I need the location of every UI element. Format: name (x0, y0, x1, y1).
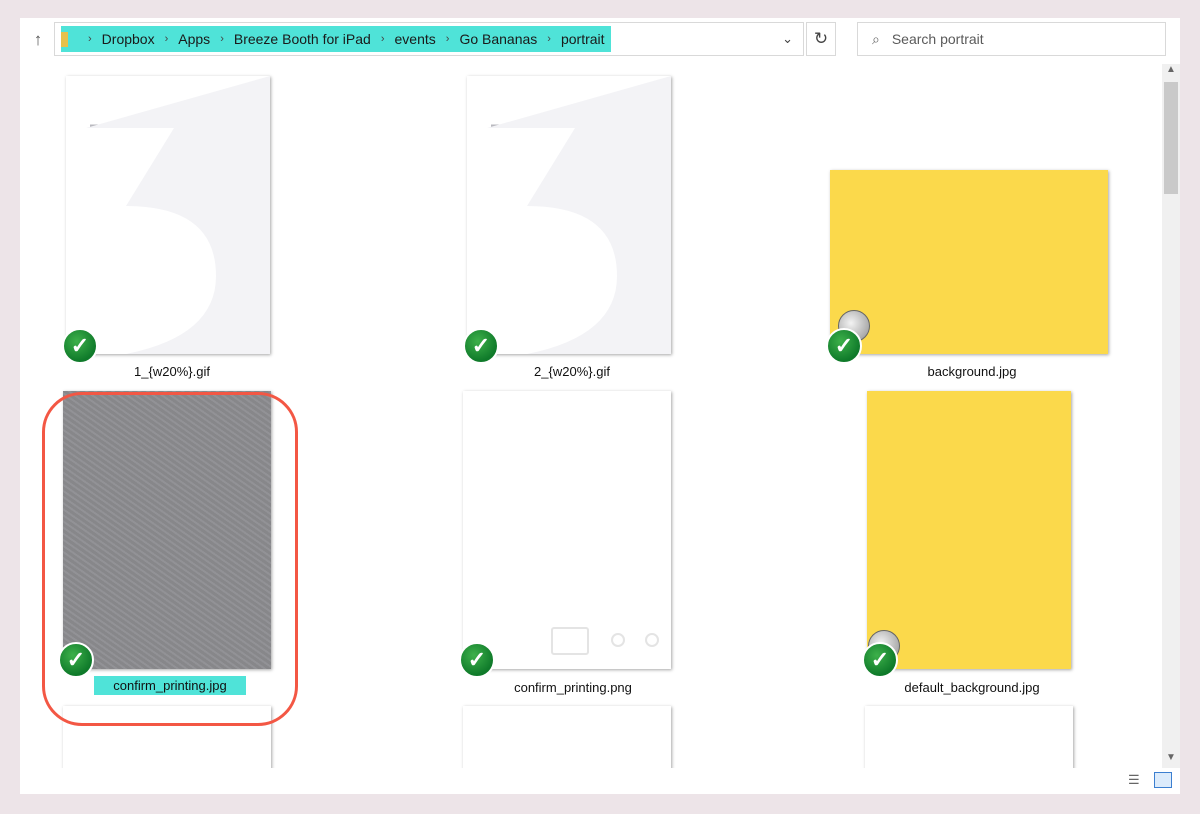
circle-arrow-icon (611, 633, 625, 647)
file-explorer-window: ↑ › Dropbox › Apps › Breeze Booth for iP… (20, 18, 1180, 794)
folder-icon (61, 31, 68, 47)
sync-check-icon: ✓ (459, 642, 495, 678)
file-thumbnail[interactable] (66, 76, 270, 354)
breadcrumb-item-events[interactable]: events (395, 31, 436, 47)
breadcrumb: › Dropbox › Apps › Breeze Booth for iPad… (61, 26, 611, 52)
breadcrumb-separator-icon[interactable]: › (547, 33, 551, 45)
breadcrumb-separator-icon[interactable]: › (165, 33, 169, 45)
breadcrumb-separator-icon[interactable]: › (381, 33, 385, 45)
details-view-icon[interactable]: ☰ (1128, 772, 1146, 788)
breadcrumb-item-breeze-booth[interactable]: Breeze Booth for iPad (234, 31, 371, 47)
breadcrumb-item-portrait[interactable]: portrait (561, 31, 605, 47)
sync-check-icon: ✓ (826, 328, 862, 364)
highlight-annotation-ring (42, 392, 298, 726)
breadcrumb-item-dropbox[interactable]: Dropbox (102, 31, 155, 47)
sync-check-icon: ✓ (862, 642, 898, 678)
file-thumbnail[interactable] (467, 76, 671, 354)
file-thumbnail-partial[interactable] (463, 706, 671, 768)
file-name[interactable]: 1_{w20%}.gif (82, 364, 262, 379)
circle-arrow-icon (645, 633, 659, 647)
up-arrow-button[interactable]: ↑ (26, 28, 50, 52)
number-three-graphic (86, 76, 270, 354)
file-thumbnail[interactable] (830, 170, 1108, 354)
vertical-scrollbar[interactable]: ▲ ▼ (1162, 64, 1180, 768)
file-name[interactable]: confirm_printing.png (478, 680, 668, 695)
number-three-graphic (487, 76, 671, 354)
search-input[interactable] (889, 30, 1134, 48)
breadcrumb-item-go-bananas[interactable]: Go Bananas (459, 31, 537, 47)
file-thumbnail[interactable] (867, 391, 1071, 669)
sync-check-icon: ✓ (463, 328, 499, 364)
address-bar[interactable]: › Dropbox › Apps › Breeze Booth for iPad… (54, 22, 804, 56)
search-box[interactable]: ⌕ (857, 22, 1166, 56)
printer-icon (551, 627, 589, 655)
scroll-thumb[interactable] (1164, 82, 1178, 194)
file-thumbnail-partial[interactable] (865, 706, 1073, 768)
scroll-up-icon[interactable]: ▲ (1162, 64, 1180, 80)
sync-check-icon: ✓ (62, 328, 98, 364)
file-name[interactable]: background.jpg (882, 364, 1062, 379)
file-name[interactable]: 2_{w20%}.gif (482, 364, 662, 379)
status-bar: ☰ (20, 768, 1180, 794)
file-thumbnail[interactable] (463, 391, 671, 669)
file-grid: ✓ 1_{w20%}.gif ✓ 2_{w20%}.gif ✓ backgrou… (20, 64, 1162, 768)
refresh-button[interactable]: ↻ (806, 22, 836, 56)
large-icons-view-icon[interactable] (1154, 772, 1172, 788)
breadcrumb-separator-icon[interactable]: › (220, 33, 224, 45)
breadcrumb-item-apps[interactable]: Apps (178, 31, 210, 47)
search-icon: ⌕ (872, 30, 880, 47)
chevron-down-icon[interactable]: ⌄ (782, 31, 793, 47)
breadcrumb-separator-icon[interactable]: › (446, 33, 450, 45)
breadcrumb-separator-icon[interactable]: › (88, 33, 92, 45)
file-name[interactable]: default_background.jpg (872, 680, 1072, 695)
scroll-down-icon[interactable]: ▼ (1162, 752, 1180, 768)
